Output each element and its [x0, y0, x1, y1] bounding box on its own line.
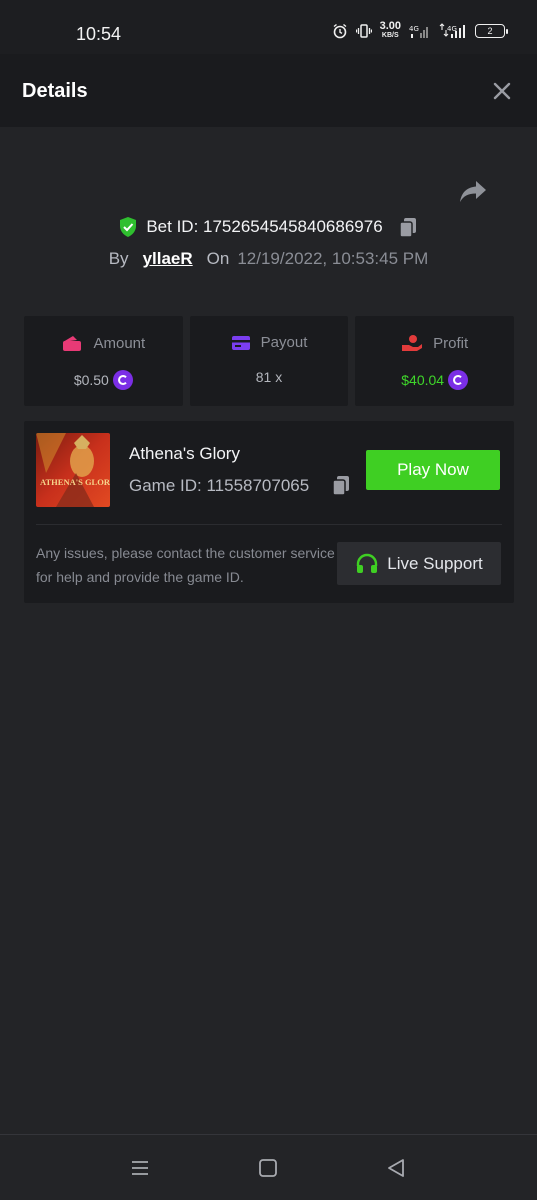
stat-label: Amount	[93, 334, 146, 352]
network-speed: 3.00 KB/S	[379, 20, 401, 40]
coin-icon	[448, 370, 469, 390]
signal-icon: 4G	[409, 25, 428, 38]
stat-label: Payout	[260, 334, 308, 351]
live-support-label: Live Support	[387, 553, 483, 573]
verified-shield-icon	[120, 217, 137, 237]
game-thumbnail[interactable]: ATHENA'S GLORY	[36, 433, 110, 507]
coin-icon	[112, 370, 133, 390]
card-icon	[231, 335, 250, 350]
home-icon[interactable]	[255, 1155, 281, 1181]
live-support-button[interactable]: Live Support	[337, 542, 501, 585]
bet-meta-row: By yllaeR On 12/19/2022, 10:53:45 PM	[0, 249, 537, 269]
back-icon[interactable]	[383, 1155, 409, 1181]
battery-icon: 2	[475, 24, 508, 38]
help-text: Any issues, please contact the customer …	[36, 545, 335, 585]
svg-text:4G: 4G	[409, 25, 419, 33]
stat-value: $0.50	[73, 372, 109, 388]
status-bar: 10:54 3.00 KB/S 4G 4G 2	[0, 0, 537, 54]
play-now-button[interactable]: Play Now	[366, 450, 500, 490]
stat-payout: Payout 81 x	[189, 316, 349, 406]
wallet-icon	[63, 336, 82, 351]
signal-icon-2: 4G	[439, 23, 465, 38]
copy-icon[interactable]	[330, 474, 352, 496]
stat-label: Profit	[433, 334, 469, 352]
stats-row: Amount $0.50 Payout 81 x Profit $40.04	[24, 316, 515, 406]
system-nav-bar	[0, 1134, 537, 1200]
on-label: On	[206, 249, 230, 268]
divider	[36, 524, 502, 525]
bet-id-row: Bet ID: 1752654545840686976	[0, 216, 537, 238]
game-card: ATHENA'S GLORY Athena's Glory Game ID: 1…	[24, 421, 514, 603]
stat-value: 81 x	[255, 369, 283, 385]
user-link[interactable]: yllaeR	[143, 249, 193, 269]
bet-datetime: 12/19/2022, 10:53:45 PM	[237, 249, 429, 268]
headset-icon	[357, 553, 378, 573]
copy-icon[interactable]	[397, 216, 419, 238]
stat-profit: Profit $40.04	[355, 316, 515, 406]
alarm-icon	[333, 23, 347, 39]
page-title: Details	[22, 80, 88, 102]
stat-amount: Amount $0.50	[24, 316, 183, 406]
header: Details	[0, 54, 537, 127]
hand-coin-icon	[402, 335, 423, 351]
close-icon[interactable]	[491, 80, 513, 102]
by-label: By	[108, 249, 129, 268]
status-icons: 3.00 KB/S 4G 4G 2	[332, 20, 508, 40]
stat-value: $40.04	[401, 372, 445, 388]
svg-text:ATHENA'S GLORY: ATHENA'S GLORY	[40, 477, 110, 487]
bet-id: Bet ID: 1752654545840686976	[146, 217, 383, 236]
share-icon[interactable]	[458, 178, 488, 206]
vibrate-icon	[355, 24, 372, 38]
status-time: 10:54	[76, 24, 122, 44]
game-id: Game ID: 11558707065	[129, 476, 310, 495]
menu-icon[interactable]	[127, 1155, 153, 1181]
game-name: Athena's Glory	[129, 444, 240, 463]
